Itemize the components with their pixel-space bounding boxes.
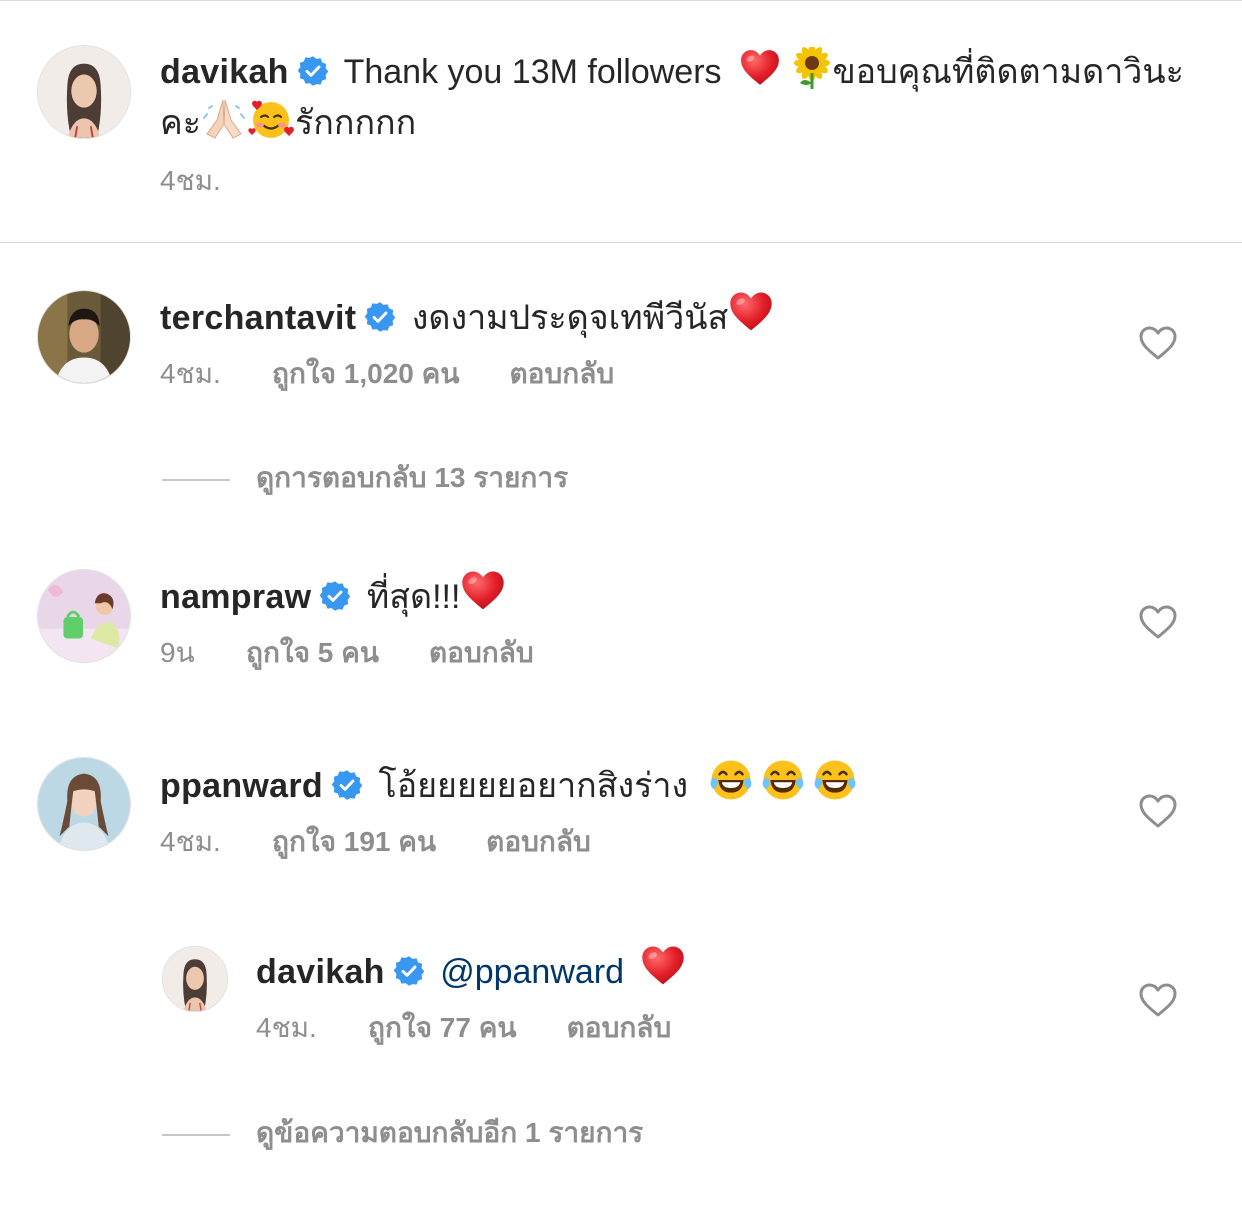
folded-hands-emoji: [203, 99, 246, 139]
heart-outline-icon: [1138, 793, 1178, 829]
reply-button[interactable]: ตอบกลับ: [486, 824, 591, 860]
comment-text: โอ้ยยยยยอยากสิงร่าง: [378, 767, 689, 805]
reply-dash: [162, 478, 230, 481]
reply-button[interactable]: ตอบกลับ: [429, 635, 534, 671]
comment-time: 9น: [160, 637, 195, 668]
caption-divider: [0, 242, 1242, 243]
top-divider: [0, 0, 1242, 1]
reply-button[interactable]: ตอบกลับ: [567, 1010, 672, 1046]
caption-time: 4ชม.: [160, 165, 221, 196]
sunflower-emoji: [794, 47, 831, 89]
heart-outline-icon: [1138, 604, 1178, 640]
comment-meta: 4ชม. ถูกใจ 191 คน ตอบกลับ: [160, 824, 591, 860]
like-button[interactable]: [1138, 982, 1178, 1018]
comment-username[interactable]: ppanward: [160, 767, 323, 805]
reply-dash: [162, 1133, 230, 1136]
reply-meta: 4ชม. ถูกใจ 77 คน ตอบกลับ: [256, 1010, 671, 1046]
comment-username[interactable]: nampraw: [160, 578, 311, 616]
like-button[interactable]: [1138, 604, 1178, 640]
avatar-nampraw[interactable]: [37, 569, 131, 663]
avatar-terchantavit[interactable]: [37, 290, 131, 384]
verified-badge-icon: [393, 955, 425, 987]
view-more-replies-button[interactable]: ดูข้อความตอบกลับอีก 1 รายการ: [162, 1115, 643, 1151]
reply-davikah: davikah @ppanward: [256, 943, 686, 996]
mention-link[interactable]: @ppanward: [440, 953, 624, 991]
comment-text: ที่สุด!!!: [366, 578, 461, 616]
red-heart-emoji: [460, 568, 506, 614]
view-more-replies-text: ดูข้อความตอบกลับอีก 1 รายการ: [256, 1117, 644, 1148]
comments-screen: davikah Thank you 13M followers ขอบคุณที…: [0, 0, 1242, 1207]
caption-text-part1: Thank you 13M followers: [343, 53, 722, 91]
like-button[interactable]: [1138, 793, 1178, 829]
caption-username[interactable]: davikah: [160, 53, 289, 91]
verified-badge-icon: [297, 55, 329, 87]
avatar-davikah-reply[interactable]: [162, 946, 228, 1012]
comment-username[interactable]: terchantavit: [160, 299, 356, 337]
view-replies-button[interactable]: ดูการตอบกลับ 13 รายการ: [162, 460, 568, 496]
reply-likes[interactable]: ถูกใจ 77 คน: [368, 1010, 517, 1046]
heart-outline-icon: [1138, 325, 1178, 361]
comment-nampraw: nampraw ที่สุด!!!: [160, 568, 506, 621]
verified-badge-icon: [364, 301, 396, 333]
caption-text-part3: รักกกกก: [295, 104, 417, 142]
caption-meta: 4ชม.: [160, 163, 221, 199]
reply-button[interactable]: ตอบกลับ: [509, 356, 614, 392]
caption: davikah Thank you 13M followers ขอบคุณที…: [160, 47, 1200, 147]
red-heart-emoji: [739, 47, 781, 89]
face-with-tears-of-joy-emoji: [812, 757, 858, 803]
comment-terchantavit: terchantavit งดงามประดุจเทพีวีนัส: [160, 289, 774, 342]
comment-likes[interactable]: ถูกใจ 1,020 คน: [272, 356, 459, 392]
comment-meta: 4ชม. ถูกใจ 1,020 คน ตอบกลับ: [160, 356, 614, 392]
avatar-ppanward[interactable]: [37, 757, 131, 851]
heart-outline-icon: [1138, 982, 1178, 1018]
face-with-tears-of-joy-emoji: [760, 757, 806, 803]
comment-likes[interactable]: ถูกใจ 5 คน: [246, 635, 379, 671]
verified-badge-icon: [319, 580, 351, 612]
avatar-davikah[interactable]: [37, 45, 131, 139]
comment-text: งดงามประดุจเทพีวีนัส: [411, 299, 729, 337]
reply-time: 4ชม.: [256, 1012, 317, 1043]
verified-badge-icon: [331, 769, 363, 801]
comment-ppanward: ppanward โอ้ยยยยยอยากสิงร่าง: [160, 757, 858, 810]
comment-time: 4ชม.: [160, 358, 221, 389]
comment-likes[interactable]: ถูกใจ 191 คน: [272, 824, 436, 860]
comment-meta: 9น ถูกใจ 5 คน ตอบกลับ: [160, 635, 534, 671]
reply-username[interactable]: davikah: [256, 953, 385, 991]
like-button[interactable]: [1138, 325, 1178, 361]
red-heart-emoji: [640, 943, 686, 989]
smiling-face-with-hearts-emoji: [248, 100, 294, 138]
red-heart-emoji: [728, 289, 774, 335]
comment-time: 4ชม.: [160, 826, 221, 857]
face-with-tears-of-joy-emoji: [708, 757, 754, 803]
view-replies-text: ดูการตอบกลับ 13 รายการ: [256, 462, 569, 493]
